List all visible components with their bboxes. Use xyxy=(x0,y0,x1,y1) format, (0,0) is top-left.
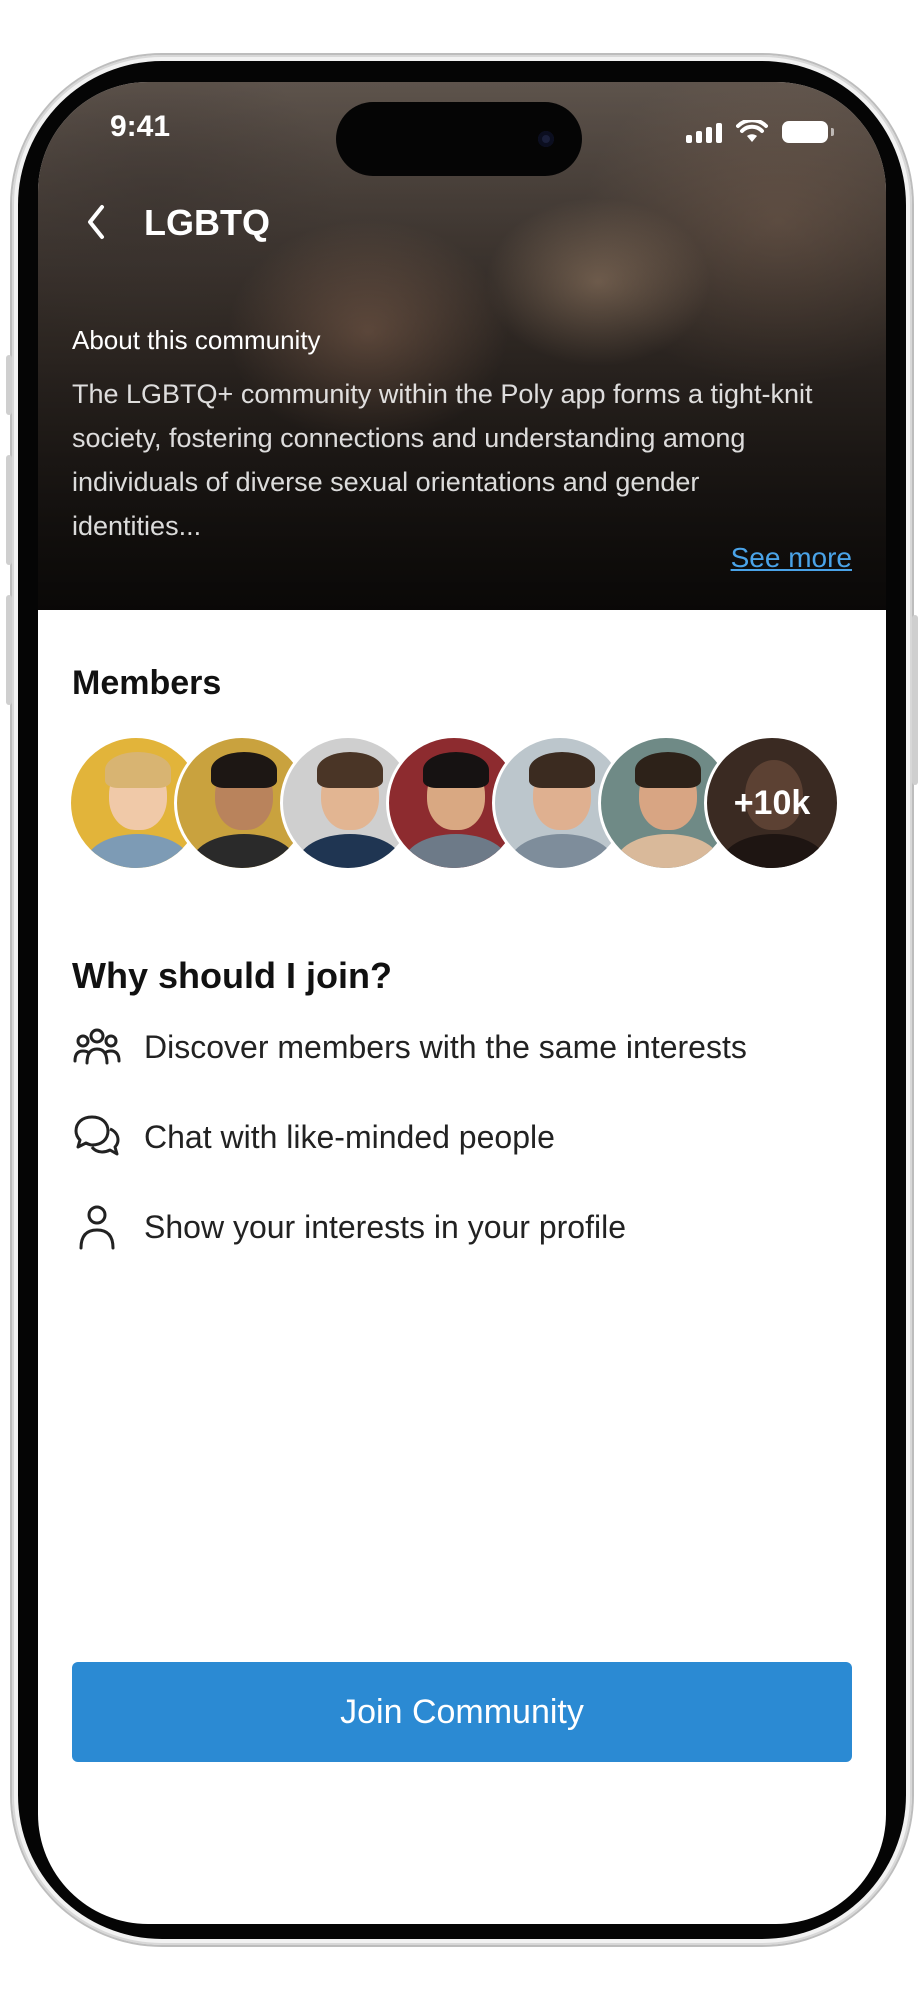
see-more-link[interactable]: See more xyxy=(731,542,852,574)
chat-bubbles-icon xyxy=(72,1112,122,1162)
more-members-avatar[interactable]: +10k xyxy=(704,735,840,871)
reason-text: Chat with like-minded people xyxy=(144,1118,555,1155)
camera-icon xyxy=(538,131,554,147)
reason-text: Show your interests in your profile xyxy=(144,1208,626,1245)
phone-volume-up xyxy=(6,455,12,565)
people-group-icon xyxy=(72,1022,122,1072)
reason-item: Chat with like-minded people xyxy=(72,1112,555,1162)
chevron-left-icon xyxy=(88,205,104,239)
cellular-signal-icon xyxy=(686,121,722,143)
page-title: LGBTQ xyxy=(144,202,270,243)
why-join-title: Why should I join? xyxy=(72,955,392,996)
phone-volume-down xyxy=(6,595,12,705)
members-title: Members xyxy=(72,664,222,702)
back-button[interactable] xyxy=(78,197,118,247)
battery-icon xyxy=(782,121,834,143)
about-description: The LGBTQ+ community within the Poly app… xyxy=(72,379,813,541)
status-icons xyxy=(686,120,834,144)
wifi-icon xyxy=(736,120,768,142)
person-icon xyxy=(72,1202,122,1252)
reason-item: Discover members with the same interests xyxy=(72,1022,747,1072)
about-heading: About this community xyxy=(72,325,321,355)
member-avatars[interactable]: +10k xyxy=(68,735,858,871)
phone-side-button xyxy=(6,355,12,415)
join-community-button[interactable]: Join Community xyxy=(72,1662,852,1762)
community-hero: 9:41 LGBTQ About this community The LGBT… xyxy=(38,82,886,610)
app-screen: 9:41 LGBTQ About this community The LGBT… xyxy=(38,82,886,1924)
phone-power-button xyxy=(912,615,918,785)
more-members-count: +10k xyxy=(733,783,811,822)
dynamic-island xyxy=(336,102,582,176)
reason-item: Show your interests in your profile xyxy=(72,1202,626,1252)
reason-text: Discover members with the same interests xyxy=(144,1028,747,1065)
status-time: 9:41 xyxy=(110,110,171,143)
